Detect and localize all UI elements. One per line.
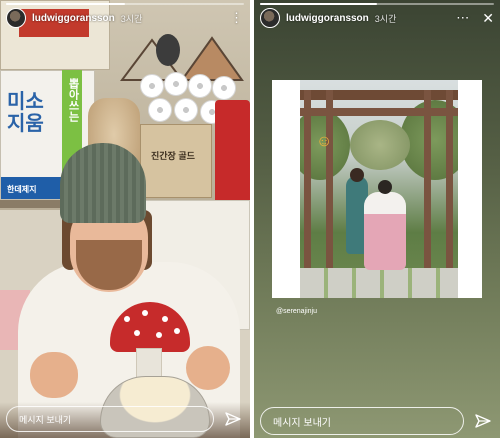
garden-photo — [300, 80, 458, 298]
reposted-photo-card[interactable]: ☺ — [272, 80, 482, 298]
close-icon[interactable]: ✕ — [482, 10, 494, 27]
post-time: 3시간 — [374, 13, 397, 24]
more-icon[interactable]: ⋯ — [456, 10, 470, 26]
person-head — [350, 168, 364, 182]
red-bag — [215, 100, 250, 210]
pergola-beam — [300, 90, 458, 100]
send-button[interactable] — [472, 410, 494, 432]
username[interactable]: ludwiggoransson — [286, 13, 369, 24]
send-icon — [475, 414, 491, 428]
tissue-box-vertical-text: 뽑아쓰는 — [67, 78, 79, 122]
stories-comparison: 미소 지움 한데제지 뽑아쓰는 진간장 골드 ludwiggoransson 3… — [0, 0, 500, 438]
post-time: 3시간 — [120, 13, 143, 24]
tissue-box-maker: 한데제지 — [7, 185, 37, 194]
message-input[interactable]: 메시지 보내기 — [6, 406, 214, 432]
person-head — [378, 180, 392, 194]
person-pink-hanbok — [364, 192, 406, 270]
username[interactable]: ludwiggoransson — [32, 13, 115, 24]
tissue-box-brand: 미소 지움 — [7, 91, 44, 135]
mention-tag[interactable]: @serenajinju — [276, 308, 317, 315]
pergola-beam — [300, 108, 458, 116]
avatar[interactable] — [6, 8, 26, 28]
hand-left — [30, 352, 78, 398]
message-input[interactable]: 메시지 보내기 — [260, 407, 464, 435]
story-header: ludwiggoransson 3시간 ⋯ ✕ — [260, 7, 494, 29]
hand-right — [186, 346, 230, 390]
message-placeholder: 메시지 보내기 — [19, 414, 72, 425]
avatar[interactable] — [260, 8, 280, 28]
emoji-sticker: ☺ — [316, 133, 333, 150]
stone-path — [300, 268, 458, 298]
story-header: ludwiggoransson 3시간 ⋮ — [6, 7, 244, 29]
story-footer: 메시지 보내기 — [6, 406, 244, 432]
story-left[interactable]: 미소 지움 한데제지 뽑아쓰는 진간장 골드 ludwiggoransson 3… — [0, 0, 250, 438]
knit-beanie — [60, 143, 146, 223]
story-progress-bar — [6, 3, 244, 5]
message-placeholder: 메시지 보내기 — [273, 417, 331, 429]
story-progress-bar — [260, 3, 494, 5]
mushroom-stem — [136, 348, 162, 378]
soy-sauce-label: 진간장 골드 — [151, 151, 195, 161]
send-icon — [225, 412, 241, 426]
story-progress-fill — [260, 3, 377, 5]
soy-sauce-box: 진간장 골드 — [140, 124, 212, 198]
more-icon[interactable]: ⋮ — [230, 10, 244, 26]
story-right[interactable]: ludwiggoransson 3시간 ⋯ ✕ ☺ @serenajinju 메… — [254, 0, 500, 438]
story-progress-fill — [6, 3, 125, 5]
story-footer: 메시지 보내기 — [260, 407, 494, 435]
send-button[interactable] — [222, 408, 244, 430]
